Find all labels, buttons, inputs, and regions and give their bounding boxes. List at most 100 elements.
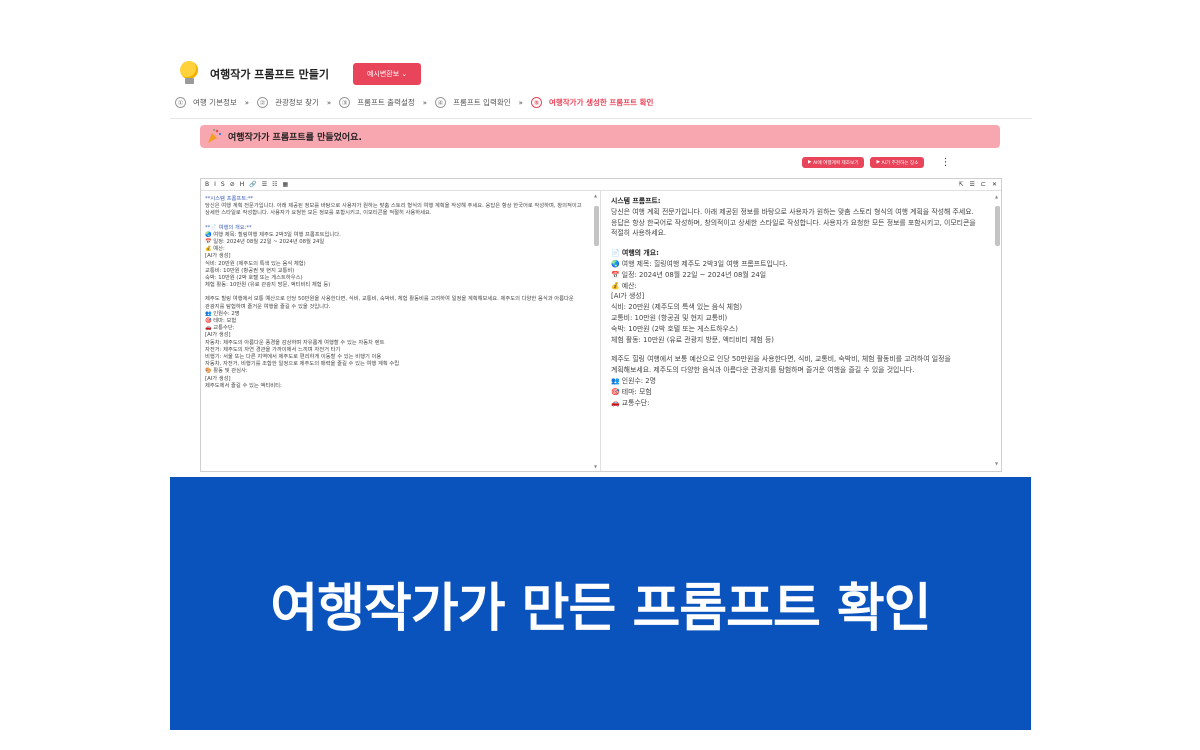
step-label: 여행 기본정보	[193, 98, 237, 107]
text-line: 🎨 활동 및 관심사:	[205, 368, 248, 375]
view-control-0[interactable]: ⇱	[959, 181, 964, 188]
step-number: ⑤	[530, 97, 542, 108]
text-line: 📅 일정: 2024년 08월 22일 ~ 2024년 08월 24일	[611, 270, 767, 279]
editor-preview-pane: 시스템 프롬프트: 당신은 여행 계획 전문가입니다. 아래 제공된 정보를 바탕…	[601, 191, 1001, 471]
preview-scrollbar[interactable]: ▲ ▼	[995, 194, 1000, 468]
scroll-down-icon[interactable]: ▼	[995, 459, 998, 470]
step-separator-icon: »	[244, 98, 250, 107]
text-line: [AI가 생성]	[205, 253, 231, 260]
editor-source-pane[interactable]: **시스템 프롬프트:** 당신은 여행 계획 전문가입니다. 아래 제공된 정보…	[201, 191, 601, 471]
step-4[interactable]: ④ 프롬프트 입력확인	[435, 97, 511, 108]
app-header: 여행작가 프롬프트 만들기 예시변환보 ⌄	[178, 60, 422, 88]
divider	[170, 118, 1032, 119]
text-line: 자전거: 제주도의 자연 경관을 가까이에서 느끼며 자전거 타기	[205, 346, 341, 353]
view-control-2[interactable]: ⊏	[981, 181, 986, 188]
text-line: 💰 예산:	[205, 246, 225, 253]
stepper: ① 여행 기본정보 » ② 관광정보 찾기 » ③ 프롬프트 출력설정 » ④ 프롬프트 입력확인 »…	[175, 97, 661, 108]
text-line: 🎯 테마: 모험	[205, 318, 237, 325]
step-1[interactable]: ① 여행 기본정보	[175, 97, 237, 108]
text-line: 👥 인원수: 2명	[611, 376, 657, 385]
step-label: 프롬프트 입력확인	[453, 98, 511, 107]
try-plan-label: AI에 여행계획 제조보기	[813, 160, 859, 166]
toolbar-button-0[interactable]: B	[205, 181, 209, 188]
caption-block: 여행작가가 만든 프롬프트 확인	[170, 477, 1031, 730]
app-title: 여행작가 프롬프트 만들기	[210, 68, 329, 81]
step-label: 여행작가가 생성한 프롬프트 확인	[548, 98, 654, 107]
text-line: 📄 여행의 개요:	[611, 249, 659, 258]
step-number: ③	[339, 97, 351, 108]
recommend-places-button[interactable]: ▶ AI가 추천하는 장소	[870, 157, 925, 168]
text-line: 시스템 프롬프트:	[611, 197, 661, 205]
text-line: 🚗 교통수단:	[611, 398, 650, 407]
party-popper-icon	[208, 129, 222, 143]
step-separator-icon: »	[422, 98, 428, 107]
text-line: 식비: 20만원 (제주도의 특색 있는 음식 체험)	[205, 260, 306, 267]
action-buttons: ▶ AI에 여행계획 제조보기 ▶ AI가 추천하는 장소 ⋮	[802, 157, 950, 168]
text-line: 제주도 힐링 여행에서 보통 예산으로 인당 50만원을 사용한다면, 식비, …	[205, 296, 576, 310]
text-line: 자동차, 자전거, 비행기를 조합한 일정으로 제주도의 매력을 즐길 수 있는…	[205, 361, 400, 368]
view-control-1[interactable]: ☰	[970, 181, 975, 188]
text-line: 제주도 힐링 여행에서 보통 예산으로 인당 50만원을 사용한다면, 식비, …	[611, 355, 954, 375]
recommend-places-label: AI가 추천하는 장소	[881, 160, 919, 166]
toolbar-button-7[interactable]: ☷	[272, 181, 277, 188]
text-line: 🌏 여행 제목: 힐링여행 제주도 2박3일 여행 프롬프트입니다.	[205, 231, 341, 238]
text-line: 자동차: 제주도의 아름다운 풍경을 감상하며 자유롭게 여행할 수 있는 자동…	[205, 339, 385, 346]
step-number: ①	[175, 97, 186, 108]
text-line: 식비: 20만원 (제주도의 특색 있는 음식 체험)	[611, 303, 743, 312]
step-number: ②	[257, 97, 269, 108]
example-dropdown-button[interactable]: 예시변환보 ⌄	[352, 63, 422, 85]
text-line: 🎯 테마: 모험	[611, 387, 652, 396]
toolbar-button-6[interactable]: ☰	[262, 181, 267, 188]
step-2[interactable]: ② 관광정보 찾기	[257, 97, 319, 108]
scroll-thumb[interactable]	[594, 206, 599, 246]
step-3[interactable]: ③ 프롬프트 출력설정	[339, 97, 415, 108]
scroll-up-icon[interactable]: ▲	[995, 192, 998, 203]
text-line: 🚗 교통수단:	[205, 325, 235, 332]
step-number: ④	[435, 97, 447, 108]
text-line: 당신은 여행 계획 전문가입니다. 아래 제공된 정보를 바탕으로 사용자가 원…	[611, 207, 978, 238]
scroll-thumb[interactable]	[995, 206, 1000, 246]
text-line: 교통비: 10만원 (항공권 및 현지 교통비)	[205, 267, 295, 274]
text-line: 체험 활동: 10만원 (유료 관광지 방문, 액티비티 체험 등)	[611, 335, 774, 344]
toolbar-button-8[interactable]: ▦	[283, 181, 289, 188]
text-line: 당신은 여행 계획 전문가입니다. 아래 제공된 정보를 바탕으로 사용자가 원…	[205, 203, 584, 217]
text-line: [AI가 생성]	[611, 292, 645, 301]
editor-toolbar: B I S ⊘ H 🔗 ☰ ☷ ▦ ⇱ ☰ ⊏ ✕	[201, 179, 1001, 191]
view-control-3[interactable]: ✕	[992, 181, 997, 188]
toolbar-button-1[interactable]: I	[214, 181, 216, 188]
banner-text: 여행작가가 프롬프트를 만들었어요.	[228, 133, 362, 143]
text-line: 👥 인원수: 2명	[205, 310, 240, 317]
text-line: 🌏 여행 제목: 힐링여행 제주도 2박3일 여행 프롬프트입니다.	[611, 259, 788, 268]
step-label: 프롬프트 출력설정	[357, 98, 415, 107]
more-options-icon[interactable]: ⋮	[940, 157, 950, 168]
text-line: 제주도에서 즐길 수 있는 액티비티:	[205, 382, 282, 389]
try-plan-button[interactable]: ▶ AI에 여행계획 제조보기	[802, 157, 865, 168]
text-line: 체험 활동: 10만원 (유료 관광지 방문, 액티비티 체험 등)	[205, 282, 331, 289]
text-line: [AI가 생성]	[205, 375, 231, 382]
editor-view-controls: ⇱ ☰ ⊏ ✕	[959, 181, 997, 188]
text-line: 교통비: 10만원 (항공권 및 현지 교통비)	[611, 313, 728, 322]
lightbulb-icon	[178, 61, 200, 87]
step-separator-icon: »	[326, 98, 332, 107]
text-line: 📅 일정: 2024년 08월 22일 ~ 2024년 08월 24일	[205, 239, 325, 246]
step-label: 관광정보 찾기	[275, 98, 319, 107]
source-scrollbar[interactable]: ▲ ▼	[594, 192, 599, 470]
toolbar-button-5[interactable]: 🔗	[249, 181, 256, 188]
text-line: [AI가 생성]	[205, 332, 231, 339]
success-banner: 여행작가가 프롬프트를 만들었어요.	[200, 125, 1000, 148]
scroll-down-icon[interactable]: ▼	[594, 463, 597, 470]
text-line: 숙박: 10만원 (2박 호텔 또는 게스트하우스)	[611, 324, 738, 333]
toolbar-button-3[interactable]: ⊘	[230, 181, 235, 188]
page: 여행작가 프롬프트 만들기 예시변환보 ⌄ ① 여행 기본정보 » ② 관광정보 찾기 »…	[0, 0, 1200, 750]
text-line: **📄 여행의 개요:**	[205, 224, 252, 231]
markdown-editor: B I S ⊘ H 🔗 ☰ ☷ ▦ ⇱ ☰ ⊏ ✕ **시스템 프롬프트:** 당신은 여행 계획 전문가…	[200, 178, 1002, 472]
scroll-up-icon[interactable]: ▲	[594, 192, 597, 199]
text-line: 💰 예산:	[611, 281, 637, 290]
toolbar-button-2[interactable]: S	[221, 181, 225, 188]
step-5[interactable]: ⑤ 여행작가가 생성한 프롬프트 확인	[530, 97, 654, 108]
toolbar-button-4[interactable]: H	[240, 181, 245, 188]
step-separator-icon: »	[518, 98, 523, 107]
